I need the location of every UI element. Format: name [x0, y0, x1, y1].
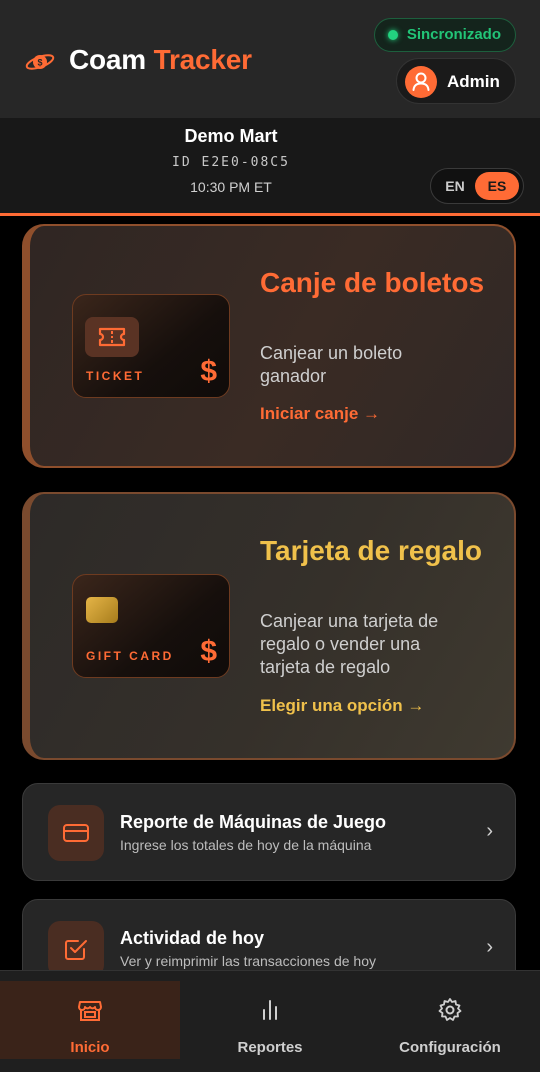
bar-chart-icon — [263, 1000, 277, 1020]
card-icon-box — [48, 805, 104, 861]
user-icon — [412, 72, 430, 91]
card-icon — [63, 824, 89, 842]
card-chip-icon — [86, 597, 118, 623]
svg-text:$: $ — [37, 58, 42, 68]
checkbox-icon-box — [48, 921, 104, 977]
ticket-card-description: Canjear un boleto ganador — [260, 343, 403, 386]
list-item-title: Actividad de hoy — [120, 928, 265, 948]
gift-card-title: Tarjeta de regalo — [260, 535, 483, 566]
ticket-redeem-card[interactable]: TICKET $ Canje de boletos Canjear un bol… — [22, 224, 516, 468]
gift-card-graphic: GIFT CARD $ — [72, 574, 230, 678]
sync-status-badge: Sincronizado — [373, 18, 516, 52]
dollar-icon: $ — [200, 635, 217, 668]
gift-card-card[interactable]: GIFT CARD $ Tarjeta de regalo Canjear un… — [22, 492, 516, 760]
nav-item-reports[interactable]: Reportes — [180, 981, 360, 1059]
sync-dot-icon — [387, 30, 398, 40]
ticket-icon-box — [85, 317, 139, 357]
nav-label: Inicio — [70, 1039, 110, 1056]
dollar-icon: $ — [200, 355, 217, 388]
list-item-subtitle: Ingrese los totales de hoy de la máquina — [120, 837, 372, 853]
checkbox-icon — [65, 940, 87, 960]
store-info-bar: Demo Mart ID E2E0-08C5 10:30 PM ET EN ES — [0, 118, 540, 216]
gift-card-description: Canjear una tarjeta de regalo o vender u… — [260, 611, 439, 677]
ticket-icon — [98, 327, 126, 347]
nav-item-home[interactable]: Inicio — [0, 981, 180, 1059]
list-item-title: Reporte de Máquinas de Juego — [120, 812, 387, 832]
user-menu-button[interactable]: Admin — [396, 58, 516, 104]
app-title-word1: Coam — [69, 44, 146, 75]
ticket-graphic-label: TICKET — [86, 369, 145, 383]
bottom-nav: Inicio Reportes Configuración — [0, 970, 540, 1072]
ticket-graphic: TICKET $ — [72, 294, 230, 398]
nav-label: Reportes — [237, 1039, 303, 1056]
nav-label: Configuración — [399, 1039, 501, 1056]
store-id: ID E2E0-08C5 — [172, 155, 290, 170]
app-title-word2: Tracker — [153, 44, 252, 75]
store-name: Demo Mart — [184, 126, 278, 146]
sync-status-label: Sincronizado — [406, 26, 501, 43]
app-title: Coam Tracker — [69, 44, 252, 76]
store-time: 10:30 PM ET — [190, 179, 272, 195]
choose-option-link[interactable]: Elegir una opción → — [260, 696, 424, 716]
list-item-subtitle: Ver y reimprimir las transacciones de ho… — [120, 953, 376, 969]
nav-item-settings[interactable]: Configuración — [360, 981, 540, 1059]
store-icon — [78, 1001, 102, 1021]
gift-card-graphic-label: GIFT CARD — [86, 649, 174, 663]
gear-icon — [438, 998, 462, 1021]
ticket-card-title: Canje de boletos — [260, 267, 485, 298]
app-header: $ Coam Tracker Sincronizado Admin — [0, 0, 540, 118]
language-toggle: EN ES — [430, 168, 524, 204]
planet-logo-icon: $ — [25, 54, 55, 70]
avatar — [405, 66, 437, 98]
chevron-right-icon: › — [486, 936, 493, 958]
list-item-machine-report[interactable]: Reporte de Máquinas de Juego Ingrese los… — [22, 783, 516, 881]
chevron-right-icon: › — [486, 820, 493, 842]
user-name-label: Admin — [447, 72, 500, 91]
start-redeem-link[interactable]: Iniciar canje → — [260, 404, 380, 424]
language-option-es[interactable]: ES — [475, 172, 519, 200]
language-option-en[interactable]: EN — [435, 173, 475, 199]
